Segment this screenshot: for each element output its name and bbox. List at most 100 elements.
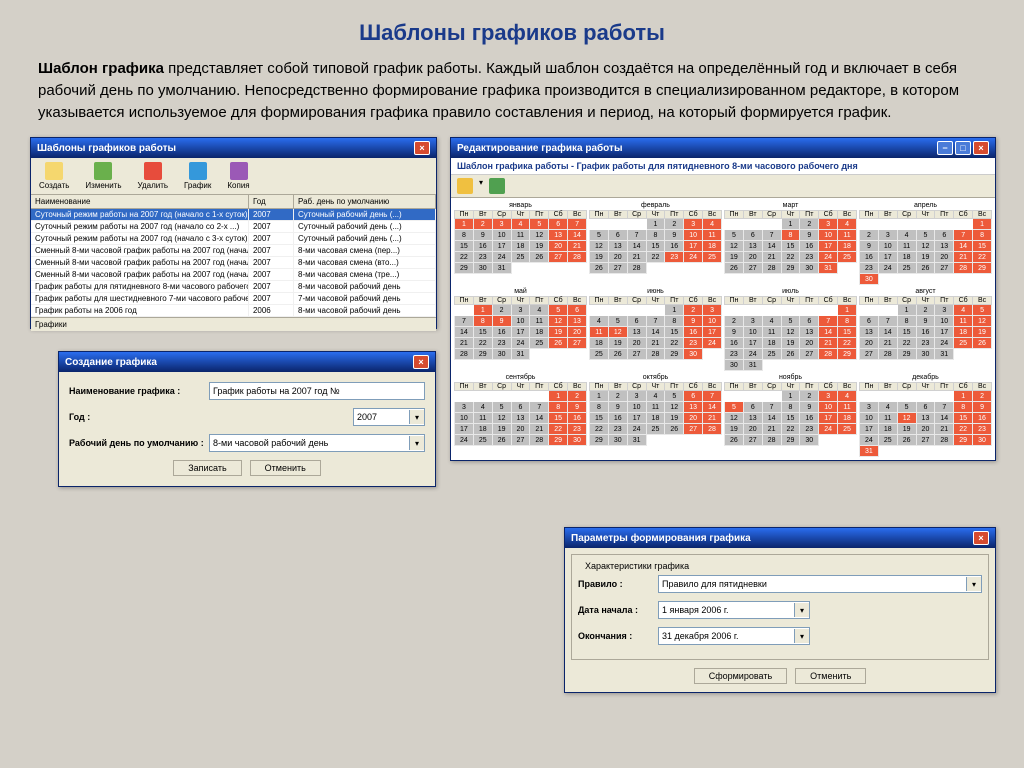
calendar-day[interactable]: 10 (455, 413, 474, 424)
calendar-day[interactable]: 15 (973, 241, 992, 252)
calendar-day[interactable]: 2 (492, 305, 511, 316)
calendar-day[interactable]: 22 (473, 338, 492, 349)
calendar-day[interactable]: 26 (530, 252, 549, 263)
calendar-day[interactable]: 25 (646, 424, 665, 435)
table-row[interactable]: График работы для шестидневного 7-ми час… (31, 293, 436, 305)
calendar-day[interactable]: 14 (703, 402, 722, 413)
calendar-day[interactable]: 5 (973, 305, 992, 316)
calendar-day[interactable]: 19 (725, 424, 744, 435)
calendar-day[interactable]: 3 (455, 402, 474, 413)
calendar-day[interactable]: 27 (860, 349, 879, 360)
calendar-day[interactable]: 3 (935, 305, 954, 316)
calendar-day[interactable]: 1 (897, 305, 916, 316)
calendar-day[interactable]: 18 (473, 424, 492, 435)
calendar-day[interactable]: 27 (568, 338, 587, 349)
calendar-day[interactable]: 7 (935, 402, 954, 413)
calendar-day[interactable]: 29 (590, 435, 609, 446)
calendar-day[interactable]: 28 (819, 349, 838, 360)
calendar-day[interactable]: 26 (916, 263, 935, 274)
calendar-day[interactable]: 7 (530, 402, 549, 413)
calendar-day[interactable]: 12 (725, 413, 744, 424)
calendar-day[interactable]: 30 (860, 274, 879, 285)
calendar-day[interactable]: 25 (897, 263, 916, 274)
calendar-day[interactable]: 9 (568, 402, 587, 413)
calendar-day[interactable]: 5 (916, 230, 935, 241)
calendar-day[interactable]: 26 (492, 435, 511, 446)
calendar-day[interactable]: 17 (511, 327, 530, 338)
table-row[interactable]: График работы для пятидневного 8-ми часо… (31, 281, 436, 293)
calendar-day[interactable]: 7 (954, 230, 973, 241)
table-row[interactable]: Сменный 8-ми часовой график работы на 20… (31, 269, 436, 281)
col-header[interactable]: Год (249, 195, 294, 208)
calendar-day[interactable]: 28 (703, 424, 722, 435)
calendar-day[interactable]: 24 (860, 435, 879, 446)
calendar-day[interactable]: 3 (511, 305, 530, 316)
calendar-day[interactable]: 30 (492, 349, 511, 360)
calendar-day[interactable]: 11 (703, 230, 722, 241)
calendar-day[interactable]: 27 (800, 349, 819, 360)
calendar-day[interactable]: 5 (608, 316, 627, 327)
table-row[interactable]: Суточный режим работы на 2007 год (начал… (31, 221, 436, 233)
calendar-day[interactable]: 1 (473, 305, 492, 316)
calendar-day[interactable]: 3 (492, 219, 511, 230)
calendar-day[interactable]: 22 (590, 424, 609, 435)
calendar-day[interactable]: 21 (762, 252, 781, 263)
calendar-day[interactable]: 27 (916, 435, 935, 446)
calendar-day[interactable]: 16 (725, 338, 744, 349)
calendar-day[interactable]: 3 (819, 391, 838, 402)
calendar-day[interactable]: 26 (897, 435, 916, 446)
form-button[interactable]: Сформировать (694, 668, 787, 684)
calendar-day[interactable]: 9 (916, 316, 935, 327)
calendar-day[interactable]: 29 (954, 435, 973, 446)
calendar-day[interactable]: 9 (800, 402, 819, 413)
calendar-day[interactable]: 1 (455, 219, 474, 230)
calendar-day[interactable]: 6 (743, 402, 762, 413)
calendar-day[interactable]: 15 (646, 241, 665, 252)
calendar-day[interactable]: 1 (590, 391, 609, 402)
calendar-day[interactable]: 5 (781, 316, 800, 327)
calendar-day[interactable]: 14 (455, 327, 474, 338)
calendar-day[interactable]: 27 (684, 424, 703, 435)
calendar-day[interactable]: 12 (590, 241, 609, 252)
close-icon[interactable]: × (414, 141, 430, 155)
calendar-day[interactable]: 31 (511, 349, 530, 360)
year-input[interactable]: 2007▾ (353, 408, 425, 426)
calendar-day[interactable]: 12 (781, 327, 800, 338)
calendar-day[interactable]: 11 (511, 230, 530, 241)
calendar-day[interactable]: 18 (530, 327, 549, 338)
calendar-day[interactable]: 5 (725, 402, 744, 413)
calendar-day[interactable]: 9 (492, 316, 511, 327)
calendar-day[interactable]: 12 (897, 413, 916, 424)
calendar-day[interactable]: 20 (743, 424, 762, 435)
calendar-day[interactable]: 15 (665, 327, 684, 338)
calendar-day[interactable]: 16 (800, 413, 819, 424)
calendar-day[interactable]: 19 (897, 424, 916, 435)
calendar-day[interactable]: 14 (954, 241, 973, 252)
calendar-day[interactable]: 19 (665, 413, 684, 424)
calendar-day[interactable]: 4 (590, 316, 609, 327)
calendar-day[interactable]: 24 (878, 263, 897, 274)
calendar-day[interactable]: 27 (608, 263, 627, 274)
calendar-day[interactable]: 18 (838, 413, 857, 424)
calendar-day[interactable]: 14 (646, 327, 665, 338)
calendar-day[interactable]: 29 (781, 263, 800, 274)
calendar-day[interactable]: 15 (954, 413, 973, 424)
calendar-day[interactable]: 6 (627, 316, 646, 327)
calendar-day[interactable]: 29 (781, 435, 800, 446)
calendar-day[interactable]: 23 (725, 349, 744, 360)
calendar-day[interactable]: 8 (455, 230, 474, 241)
calendar-day[interactable]: 22 (897, 338, 916, 349)
calendar-day[interactable]: 25 (838, 424, 857, 435)
calendar-day[interactable]: 18 (646, 413, 665, 424)
col-header[interactable]: Раб. день по умолчанию (294, 195, 436, 208)
calendar-day[interactable]: 28 (762, 435, 781, 446)
calendar-day[interactable]: 15 (781, 413, 800, 424)
calendar-day[interactable]: 20 (743, 252, 762, 263)
calendar-day[interactable]: 24 (819, 424, 838, 435)
calendar-day[interactable]: 20 (684, 413, 703, 424)
calendar-day[interactable]: 29 (549, 435, 568, 446)
calendar-day[interactable]: 19 (549, 327, 568, 338)
calendar-day[interactable]: 13 (743, 241, 762, 252)
calendar-day[interactable]: 25 (954, 338, 973, 349)
calendar-day[interactable]: 30 (568, 435, 587, 446)
